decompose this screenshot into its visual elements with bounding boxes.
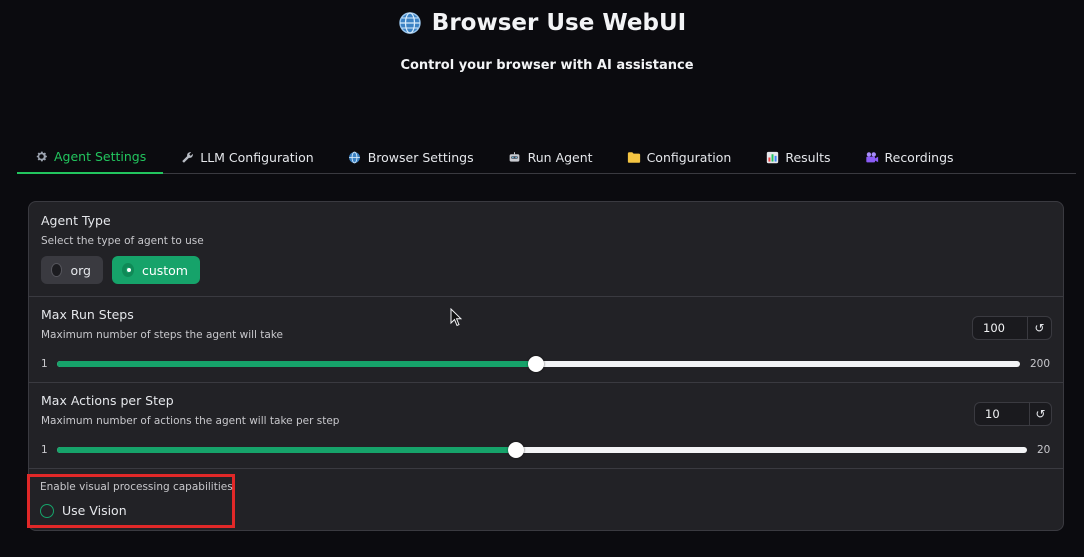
tab-label: Recordings [884,149,954,165]
max-run-steps-info: Maximum number of steps the agent will t… [41,329,284,341]
max-run-steps-input[interactable] [973,317,1027,339]
reset-icon[interactable]: ↺ [1027,317,1051,339]
tab-browser-settings[interactable]: Browser Settings [331,141,491,173]
header-title-row: Browser Use WebUI [0,10,1084,36]
slider-fill [57,361,537,367]
slider-min-label: 1 [41,358,48,370]
tab-label: Results [785,149,831,165]
agent-type-title: Agent Type [41,213,111,228]
mouse-cursor-icon [450,308,462,327]
max-actions-slider[interactable] [57,442,1027,458]
radio-circle [51,263,63,277]
tab-agent-settings[interactable]: Agent Settings [17,141,164,174]
tab-label: Agent Settings [54,149,147,164]
max-actions-number-box: ↺ [974,402,1052,426]
tab-results[interactable]: Results [748,141,847,173]
agent-type-org-radio[interactable]: org [41,256,103,284]
max-actions-input[interactable] [975,403,1029,425]
slider-fill [57,447,517,453]
tab-recordings[interactable]: Recordings [848,141,971,173]
max-run-steps-number-box: ↺ [972,316,1052,340]
radio-label: custom [141,262,188,278]
agent-type-block: Agent Type Select the type of agent to u… [29,202,1063,297]
max-actions-title: Max Actions per Step [41,393,174,408]
camera-icon [865,150,879,164]
checkbox-circle [40,503,54,518]
page-subtitle: Control your browser with AI assistance [400,58,694,73]
robot-icon [508,150,522,164]
slider-min-label: 1 [41,444,48,456]
tab-label: LLM Configuration [200,149,314,165]
gear-icon [34,150,48,164]
max-run-steps-slider[interactable] [57,356,1020,372]
page-title: Browser Use WebUI [431,10,687,36]
chart-icon [765,150,779,164]
globe-icon [348,150,362,164]
tab-label: Browser Settings [367,149,474,165]
reset-icon[interactable]: ↺ [1029,403,1051,425]
app-page: Browser Use WebUI Control your browser w… [0,0,1084,557]
tab-configuration[interactable]: Configuration [610,141,749,173]
slider-max-label: 200 [1030,358,1051,370]
tab-label: Configuration [646,149,732,165]
folder-icon [627,150,641,164]
tab-run-agent[interactable]: Run Agent [491,141,610,173]
use-vision-info: Enable visual processing capabilities [40,481,233,493]
max-run-steps-block: Max Run Steps Maximum number of steps th… [29,296,1063,383]
use-vision-label: Use Vision [62,503,127,518]
tab-llm-configuration[interactable]: LLM Configuration [163,141,330,173]
agent-type-custom-radio[interactable]: custom [112,256,200,284]
radio-circle-selected [122,263,134,277]
max-actions-block: Max Actions per Step Maximum number of a… [29,382,1063,469]
max-actions-info: Maximum number of actions the agent will… [41,415,340,427]
globe-icon [399,12,421,34]
max-run-steps-title: Max Run Steps [41,307,134,322]
radio-label: org [70,262,91,278]
tab-label: Run Agent [527,149,593,165]
use-vision-checkbox[interactable]: Use Vision [40,503,127,518]
slider-thumb[interactable] [528,356,545,372]
slider-thumb[interactable] [508,442,525,458]
slider-max-label: 20 [1037,444,1051,456]
agent-type-info: Select the type of agent to use [41,235,204,247]
tab-bar: Agent Settings LLM Configuration Browser… [17,141,1076,174]
wrench-icon [180,150,194,164]
